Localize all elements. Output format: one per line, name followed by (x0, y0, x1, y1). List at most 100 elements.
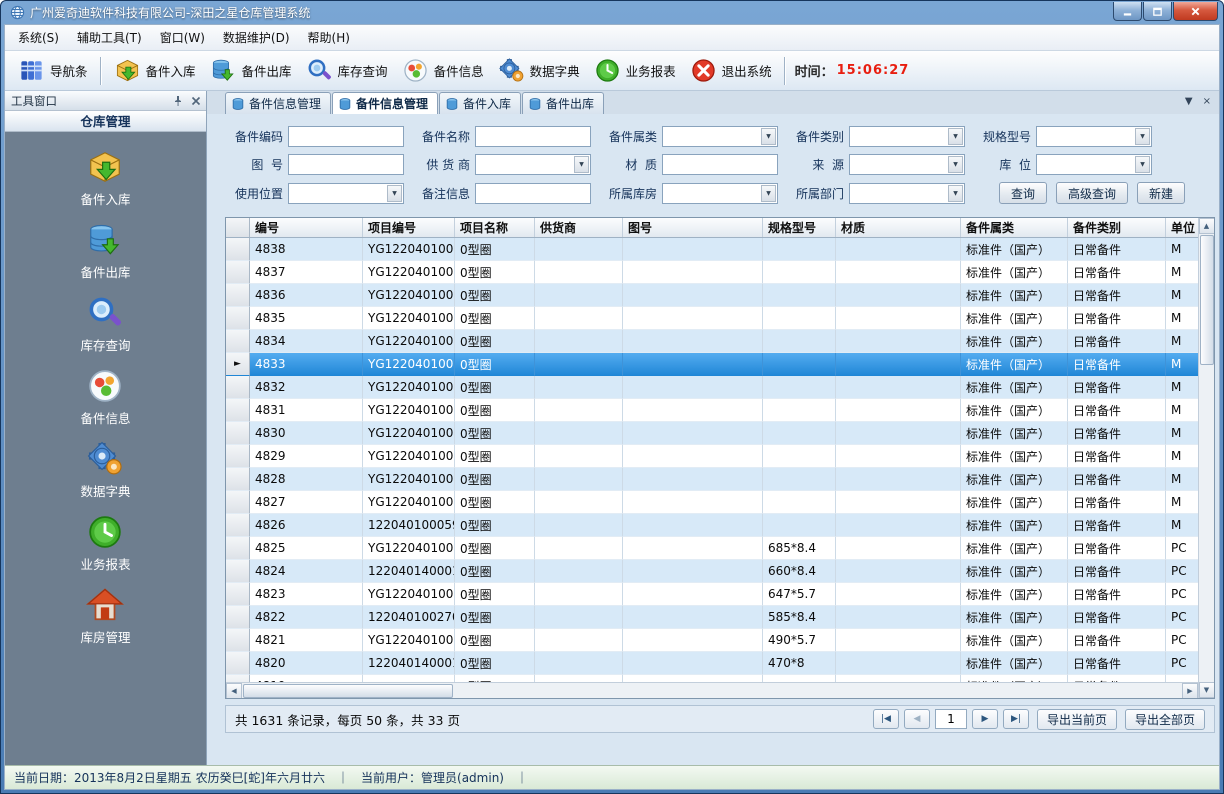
row-selector[interactable] (226, 376, 250, 399)
usage-position-select[interactable]: ▼ (288, 183, 404, 204)
column-header-6[interactable]: 规格型号 (763, 218, 836, 237)
column-header-10[interactable]: 单位 (1166, 218, 1198, 237)
row-selector[interactable] (226, 675, 250, 682)
supplier-select[interactable]: ▼ (475, 154, 591, 175)
dropdown-arrow-icon[interactable]: ▼ (761, 185, 776, 202)
table-row[interactable]: ►4833YG122040100880型圈标准件（国产）日常备件M (226, 353, 1198, 376)
table-row[interactable]: 482012204014000130型圈470*8标准件（国产）日常备件PC (226, 652, 1198, 675)
material-input[interactable] (662, 154, 778, 175)
tab-parts-info-management-2[interactable]: 备件信息管理 (332, 92, 438, 114)
first-page-button[interactable]: |◀ (873, 709, 899, 729)
sidebar-item-warehouse-management[interactable]: 库房管理 (80, 586, 130, 646)
toolbar-button-exit-system[interactable]: 退出系统 (683, 54, 779, 87)
table-row[interactable]: 482212204010027000型圈585*8.4标准件（国产）日常备件PC (226, 606, 1198, 629)
table-row[interactable]: 48190型圈标准件（国产）日常备件 (226, 675, 1198, 682)
column-header-9[interactable]: 备件类别 (1068, 218, 1166, 237)
table-row[interactable]: 4825YG122040100810型圈685*8.4标准件（国产）日常备件PC (226, 537, 1198, 560)
toolbar-button-parts-outbound[interactable]: 备件出库 (203, 54, 299, 87)
tab-parts-info-management-1[interactable]: 备件信息管理 (225, 92, 331, 114)
new-button[interactable]: 新建 (1137, 182, 1185, 204)
table-row[interactable]: 4830YG122040100850型圈标准件（国产）日常备件M (226, 422, 1198, 445)
department-select[interactable]: ▼ (849, 183, 965, 204)
toolbar-button-parts-info[interactable]: 备件信息 (395, 54, 491, 87)
sidebar-item-data-dictionary[interactable]: 数据字典 (80, 440, 130, 500)
table-row[interactable]: 4829YG122040100840型圈标准件（国产）日常备件M (226, 445, 1198, 468)
table-row[interactable]: 4838YG122040100930型圈标准件（国产）日常备件M (226, 238, 1198, 261)
row-selector[interactable] (226, 284, 250, 307)
tab-list-dropdown-icon[interactable]: ▼ (1185, 96, 1193, 107)
row-selector[interactable] (226, 422, 250, 445)
spec-model-select[interactable]: ▼ (1036, 126, 1152, 147)
sidebar-item-business-report[interactable]: 业务报表 (80, 513, 130, 573)
table-row[interactable]: 4834YG122040100890型圈标准件（国产）日常备件M (226, 330, 1198, 353)
sidebar-item-parts-info[interactable]: 备件信息 (80, 367, 130, 427)
row-selector[interactable]: ► (226, 353, 250, 376)
table-row[interactable]: 4821YG122040100790型圈490*5.7标准件（国产）日常备件PC (226, 629, 1198, 652)
table-row[interactable]: 4835YG122040100900型圈标准件（国产）日常备件M (226, 307, 1198, 330)
toolbar-button-data-dictionary[interactable]: 数据字典 (491, 54, 587, 87)
column-header-2[interactable]: 项目编号 (363, 218, 455, 237)
table-row[interactable]: 4831YG122040100860型圈标准件（国产）日常备件M (226, 399, 1198, 422)
source-select[interactable]: ▼ (849, 154, 965, 175)
row-selector[interactable] (226, 629, 250, 652)
dropdown-arrow-icon[interactable]: ▼ (1135, 156, 1150, 173)
menu-aux-tools[interactable]: 辅助工具(T) (68, 24, 151, 51)
close-button[interactable] (1173, 2, 1218, 21)
vertical-scroll-thumb[interactable] (1200, 235, 1214, 365)
pin-icon[interactable] (172, 95, 184, 107)
row-selector[interactable] (226, 330, 250, 353)
storage-location-select[interactable]: ▼ (1036, 154, 1152, 175)
prev-page-button[interactable]: ◀ (904, 709, 930, 729)
sidebar-item-parts-inbound[interactable]: 备件入库 (80, 148, 130, 208)
dropdown-arrow-icon[interactable]: ▼ (948, 185, 963, 202)
part-code-input[interactable] (288, 126, 404, 147)
dropdown-arrow-icon[interactable]: ▼ (1135, 128, 1150, 145)
last-page-button[interactable]: ▶| (1003, 709, 1029, 729)
menu-help[interactable]: 帮助(H) (299, 24, 359, 51)
toolbar-button-parts-inbound[interactable]: 备件入库 (107, 54, 203, 87)
horizontal-scroll-thumb[interactable] (243, 684, 453, 698)
menu-data-maintenance[interactable]: 数据维护(D) (214, 24, 299, 51)
scroll-right-icon[interactable]: ▶ (1182, 683, 1198, 699)
tab-parts-outbound[interactable]: 备件出库 (522, 92, 604, 114)
drawing-no-input[interactable] (288, 154, 404, 175)
column-header-8[interactable]: 备件属类 (961, 218, 1068, 237)
next-page-button[interactable]: ▶ (972, 709, 998, 729)
column-header-5[interactable]: 图号 (623, 218, 763, 237)
row-selector[interactable] (226, 652, 250, 675)
row-selector[interactable] (226, 491, 250, 514)
sidebar-item-parts-outbound[interactable]: 备件出库 (80, 221, 130, 281)
scroll-down-icon[interactable]: ▼ (1199, 682, 1215, 698)
column-header-4[interactable]: 供货商 (535, 218, 623, 237)
dropdown-arrow-icon[interactable]: ▼ (948, 128, 963, 145)
table-row[interactable]: 482412204014000120型圈660*8.4标准件（国产）日常备件PC (226, 560, 1198, 583)
titlebar[interactable]: 广州爱奇迪软件科技有限公司-深田之星仓库管理系统 (4, 1, 1220, 24)
row-selector[interactable] (226, 399, 250, 422)
table-row[interactable]: 4828YG122040100830型圈标准件（国产）日常备件M (226, 468, 1198, 491)
toolbar-button-nav-bar[interactable]: 导航条 (11, 54, 95, 87)
export-current-page-button[interactable]: 导出当前页 (1037, 709, 1117, 730)
scroll-up-icon[interactable]: ▲ (1199, 218, 1215, 234)
menu-system[interactable]: 系统(S) (9, 24, 68, 51)
tab-parts-inbound[interactable]: 备件入库 (439, 92, 521, 114)
sidebar-item-inventory-query[interactable]: 库存查询 (80, 294, 130, 354)
column-header-3[interactable]: 项目名称 (455, 218, 535, 237)
warehouse-select[interactable]: ▼ (662, 183, 778, 204)
menu-window[interactable]: 窗口(W) (151, 24, 214, 51)
dropdown-arrow-icon[interactable]: ▼ (948, 156, 963, 173)
table-row[interactable]: 4837YG122040100920型圈标准件（国产）日常备件M (226, 261, 1198, 284)
dropdown-arrow-icon[interactable]: ▼ (574, 156, 589, 173)
row-selector[interactable] (226, 307, 250, 330)
dropdown-arrow-icon[interactable]: ▼ (387, 185, 402, 202)
row-selector[interactable] (226, 238, 250, 261)
vertical-scrollbar[interactable]: ▲ ▼ (1198, 218, 1214, 698)
part-category-select[interactable]: ▼ (662, 126, 778, 147)
export-all-pages-button[interactable]: 导出全部页 (1125, 709, 1205, 730)
row-selector[interactable] (226, 261, 250, 284)
tab-close-icon[interactable]: × (1203, 96, 1211, 107)
dropdown-arrow-icon[interactable]: ▼ (761, 128, 776, 145)
sidebar-section-warehouse-management[interactable]: 仓库管理 (5, 111, 206, 132)
row-selector[interactable] (226, 606, 250, 629)
part-name-input[interactable] (475, 126, 591, 147)
minimize-button[interactable] (1113, 2, 1142, 21)
